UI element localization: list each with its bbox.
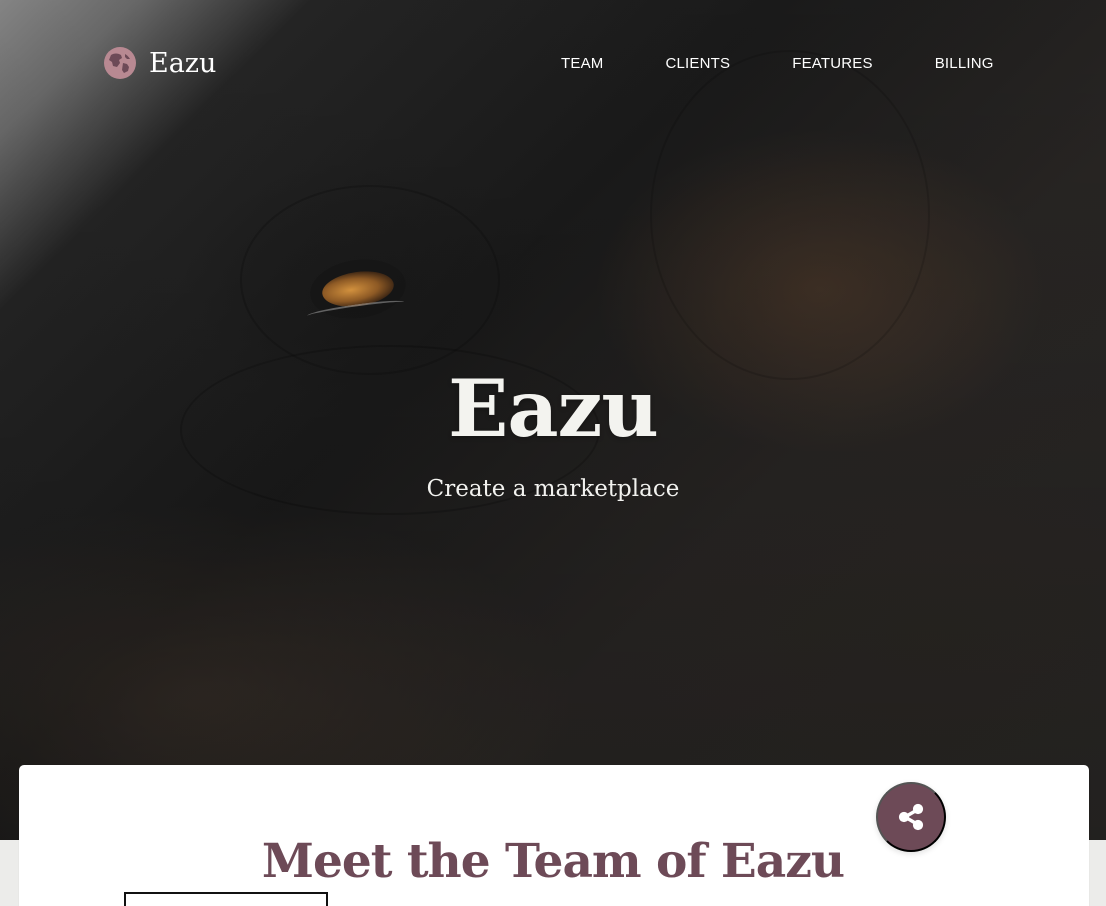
site-header: Eazu TEAM CLIENTS FEATURES BILLING: [0, 0, 1106, 120]
team-member-card: [124, 892, 328, 906]
brand-name: Eazu: [149, 47, 217, 79]
hero-title: Eazu: [448, 362, 659, 455]
brand-link[interactable]: Eazu: [103, 45, 216, 81]
nav-link-billing[interactable]: BILLING: [935, 55, 994, 72]
landing-page: Eazu TEAM CLIENTS FEATURES BILLING Eazu …: [0, 0, 1106, 906]
team-section-title: Meet the Team of Eazu: [261, 834, 845, 889]
nav-link-team[interactable]: TEAM: [561, 55, 603, 72]
globe-icon: [104, 47, 136, 79]
main-navigation: TEAM CLIENTS FEATURES BILLING: [561, 51, 994, 75]
share-icon: [898, 803, 924, 831]
nav-link-features[interactable]: FEATURES: [792, 55, 873, 72]
hero-section: Eazu TEAM CLIENTS FEATURES BILLING Eazu …: [0, 0, 1106, 840]
hero-content: Eazu Create a marketplace: [0, 369, 1106, 502]
hero-subtitle: Create a marketplace: [426, 476, 680, 502]
nav-link-clients[interactable]: CLIENTS: [665, 55, 730, 72]
